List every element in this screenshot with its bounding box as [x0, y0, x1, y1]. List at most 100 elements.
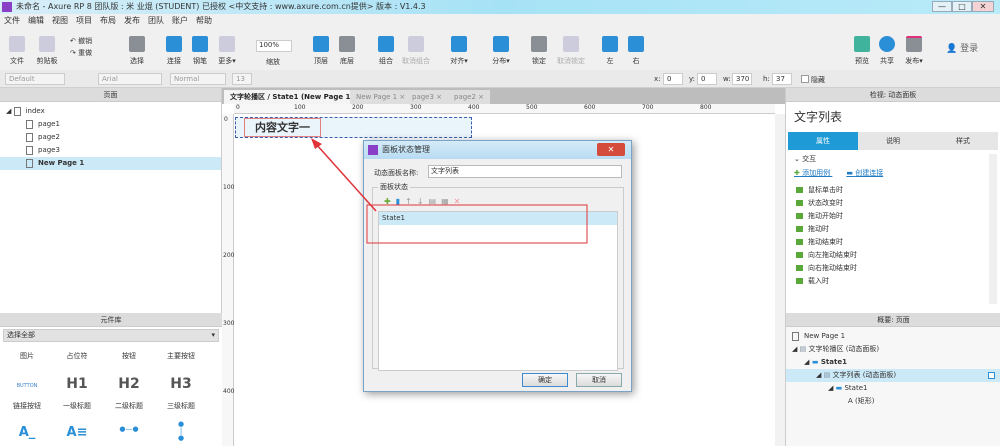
paragraph-widget-icon[interactable]: A≡: [52, 425, 102, 440]
h-input[interactable]: 37: [772, 73, 792, 85]
outline-item[interactable]: ◢ ▬ State1: [786, 356, 1000, 369]
event-item[interactable]: 载入时: [786, 275, 986, 288]
cancel-button[interactable]: 取消: [576, 373, 622, 387]
widget-name[interactable]: 文字列表: [786, 102, 1000, 130]
size-select[interactable]: 13: [232, 73, 252, 85]
close-button[interactable]: ✕: [972, 1, 994, 12]
dialog-close-button[interactable]: ✕: [597, 143, 625, 156]
undo-button[interactable]: ↶ 撤销: [70, 36, 92, 46]
weight-select[interactable]: Normal: [170, 73, 226, 85]
horizontal-ruler: 0 100 200 300 400 500 600 700 800: [234, 104, 775, 114]
content-text[interactable]: 内容文字一: [244, 118, 321, 137]
page-page3[interactable]: page3: [0, 144, 221, 157]
dynamic-panel-widget[interactable]: 内容文字一: [235, 117, 472, 138]
tab-style[interactable]: 样式: [928, 132, 998, 150]
tab-new-page-1[interactable]: New Page 1 ×: [350, 90, 412, 104]
visibility-icon[interactable]: [988, 372, 995, 379]
label-widget-icon[interactable]: A_: [2, 425, 52, 440]
widget-primary-button[interactable]: 主要按钮: [156, 351, 206, 361]
login-button[interactable]: 👤 登录: [946, 41, 978, 54]
horizontal-line-icon[interactable]: ●—●: [104, 425, 154, 433]
widget-placeholder[interactable]: 占位符: [52, 351, 102, 361]
interaction-section[interactable]: ⌄ 交互: [786, 154, 986, 168]
move-up-icon[interactable]: ↑: [405, 197, 417, 206]
zoom-select[interactable]: 100%: [256, 40, 292, 52]
add-state-icon[interactable]: ✚: [384, 197, 396, 206]
widget-button[interactable]: 按钮: [104, 351, 154, 361]
event-item[interactable]: 鼠标单击时: [786, 184, 986, 197]
panel-name-input[interactable]: 文字列表: [428, 165, 622, 178]
event-item[interactable]: 拖动开始时: [786, 210, 986, 223]
event-item[interactable]: 向左拖动结束时: [786, 249, 986, 262]
tab-notes[interactable]: 说明: [858, 132, 928, 150]
library-select[interactable]: 选择全部 ▾: [3, 329, 219, 342]
align-button[interactable]: 对齐▾: [442, 36, 476, 66]
inspector-title: 检视: 动态面板: [869, 91, 917, 99]
minimize-button[interactable]: —: [932, 1, 952, 12]
move-down-icon[interactable]: ↓: [417, 197, 429, 206]
widget-library: 元件库 选择全部 ▾ 图片 占位符 按钮 主要按钮 BUTTON H1 H2 H3…: [0, 313, 222, 446]
menu-team[interactable]: 团队: [148, 16, 164, 25]
event-item[interactable]: 向右拖动结束时: [786, 262, 986, 275]
more-button[interactable]: 更多▾: [210, 36, 244, 66]
menu-file[interactable]: 文件: [4, 16, 20, 25]
hidden-checkbox[interactable]: [801, 75, 809, 83]
clipboard-button[interactable]: 剪贴板: [30, 36, 64, 66]
y-input[interactable]: 0: [697, 73, 717, 85]
inspector-scrollbar[interactable]: [989, 154, 997, 304]
edit-state-icon[interactable]: ▤: [429, 197, 442, 206]
widget-h2[interactable]: 二级标题: [104, 401, 154, 411]
select-button[interactable]: 选择: [112, 36, 162, 66]
tab-properties[interactable]: 属性: [788, 132, 858, 150]
widget-image[interactable]: 图片: [2, 351, 52, 361]
menu-project[interactable]: 项目: [76, 16, 92, 25]
menu-publish[interactable]: 发布: [124, 16, 140, 25]
menu-view[interactable]: 视图: [52, 16, 68, 25]
event-item[interactable]: 拖动结束时: [786, 236, 986, 249]
page-new-page-1[interactable]: New Page 1: [0, 157, 221, 170]
outline-item[interactable]: ◢ ▤ 文字轮播区 (动态面板): [786, 343, 1000, 356]
send-bottom-button[interactable]: 底层: [330, 36, 364, 66]
menu-layout[interactable]: 布局: [100, 16, 116, 25]
duplicate-icon[interactable]: ▮: [396, 197, 405, 206]
vertical-line-icon[interactable]: ● | ●: [156, 421, 206, 442]
x-input[interactable]: 0: [663, 73, 683, 85]
distribute-button[interactable]: 分布▾: [484, 36, 518, 66]
widget-h3[interactable]: 三级标题: [156, 401, 206, 411]
create-link-link[interactable]: 创建连接: [855, 169, 883, 177]
right-button[interactable]: 右: [619, 36, 653, 66]
style-select[interactable]: Default: [5, 73, 65, 85]
outline-page[interactable]: New Page 1: [786, 330, 1000, 343]
add-case-link[interactable]: 添加用例: [802, 169, 830, 177]
w-input[interactable]: 370: [732, 73, 752, 85]
page-index[interactable]: ◢ index: [0, 105, 221, 118]
ok-button[interactable]: 确定: [522, 373, 568, 387]
ungroup-button[interactable]: 取消组合: [396, 36, 436, 66]
widget-h1[interactable]: 一级标题: [52, 401, 102, 411]
delete-icon[interactable]: ✕: [454, 197, 466, 206]
outline-item[interactable]: ◢ ▬ State1: [786, 382, 1000, 395]
tab-page2[interactable]: page2 ×: [448, 90, 491, 104]
page-page1[interactable]: page1: [0, 118, 221, 131]
menu-account[interactable]: 账户: [172, 16, 188, 25]
redo-button[interactable]: ↷ 重做: [70, 48, 92, 58]
tab-state1[interactable]: 文字轮播区 / State1 (New Page 1) ×: [224, 90, 368, 104]
page-page2[interactable]: page2: [0, 131, 221, 144]
outline-item-selected[interactable]: ◢ ▤ 文字列表 (动态面板): [786, 369, 1000, 382]
widget-link-button[interactable]: 链接按钮: [2, 401, 52, 411]
maximize-button[interactable]: □: [952, 1, 972, 12]
state-item[interactable]: State1: [379, 212, 617, 225]
menu-help[interactable]: 帮助: [196, 16, 212, 25]
event-item[interactable]: 拖动时: [786, 223, 986, 236]
menu-edit[interactable]: 编辑: [28, 16, 44, 25]
event-item[interactable]: 状态改变时: [786, 197, 986, 210]
file-button[interactable]: 文件: [0, 36, 34, 66]
unlock-button[interactable]: 取消锁定: [551, 36, 591, 66]
canvas-scrollbar[interactable]: [775, 114, 785, 446]
outline-item[interactable]: A (矩形): [786, 395, 1000, 408]
font-select[interactable]: Arial: [98, 73, 162, 85]
edit-all-icon[interactable]: ▦: [441, 197, 454, 206]
state-icon: ▬: [835, 384, 843, 392]
publish-button[interactable]: 发布▾: [897, 36, 931, 66]
tab-page3[interactable]: page3 ×: [406, 90, 449, 104]
